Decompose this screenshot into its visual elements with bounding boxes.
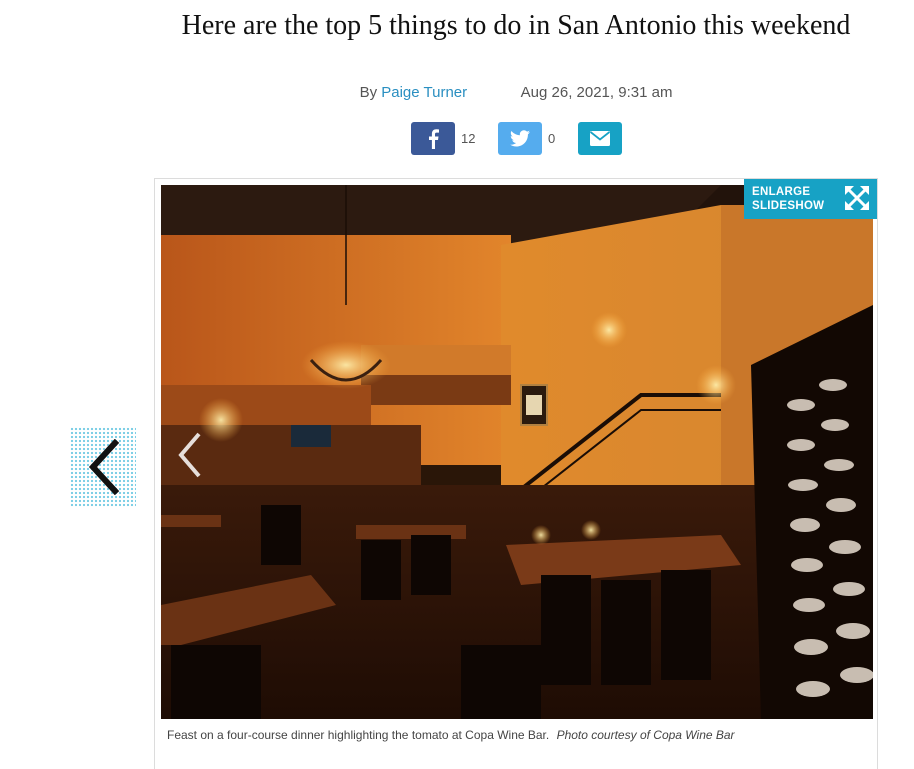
chevron-left-icon <box>178 432 201 478</box>
twitter-share-button[interactable] <box>498 122 542 155</box>
twitter-icon <box>510 130 530 147</box>
enlarge-label-line1: ENLARGE <box>752 186 811 198</box>
expand-arrows-icon <box>845 186 869 210</box>
publish-timestamp: Aug 26, 2021, 9:31 am <box>520 84 673 101</box>
facebook-share-button[interactable] <box>411 122 455 155</box>
photo-gallery: ENLARGE SLIDESHOW Feast on a four-course… <box>154 178 878 769</box>
author-link[interactable]: Paige Turner <box>381 84 467 101</box>
caption-text: Feast on a four-course dinner highlighti… <box>167 728 550 742</box>
byline: By Paige Turner Aug 26, 2021, 9:31 am <box>160 84 872 101</box>
photo-caption: Feast on a four-course dinner highlighti… <box>167 727 867 743</box>
photo-previous-arrow[interactable] <box>175 430 205 480</box>
twitter-share-count: 0 <box>548 131 556 146</box>
photo-credit: Photo courtesy of Copa Wine Bar <box>556 728 735 742</box>
previous-slide-button[interactable] <box>70 427 136 507</box>
gallery-photo[interactable] <box>161 185 873 719</box>
byline-prefix: By <box>359 84 378 101</box>
article-headline: Here are the top 5 things to do in San A… <box>181 10 851 41</box>
facebook-share-count: 12 <box>461 131 476 146</box>
envelope-icon <box>590 131 610 146</box>
share-bar: 12 0 <box>0 122 914 155</box>
chevron-left-icon <box>88 439 120 495</box>
enlarge-slideshow-label: ENLARGE SLIDESHOW <box>752 185 824 213</box>
enlarge-label-line2: SLIDESHOW <box>752 200 825 212</box>
enlarge-slideshow-button[interactable]: ENLARGE SLIDESHOW <box>744 179 877 219</box>
email-share-button[interactable] <box>578 122 622 155</box>
restaurant-interior-image <box>161 185 873 719</box>
facebook-icon <box>429 128 439 149</box>
